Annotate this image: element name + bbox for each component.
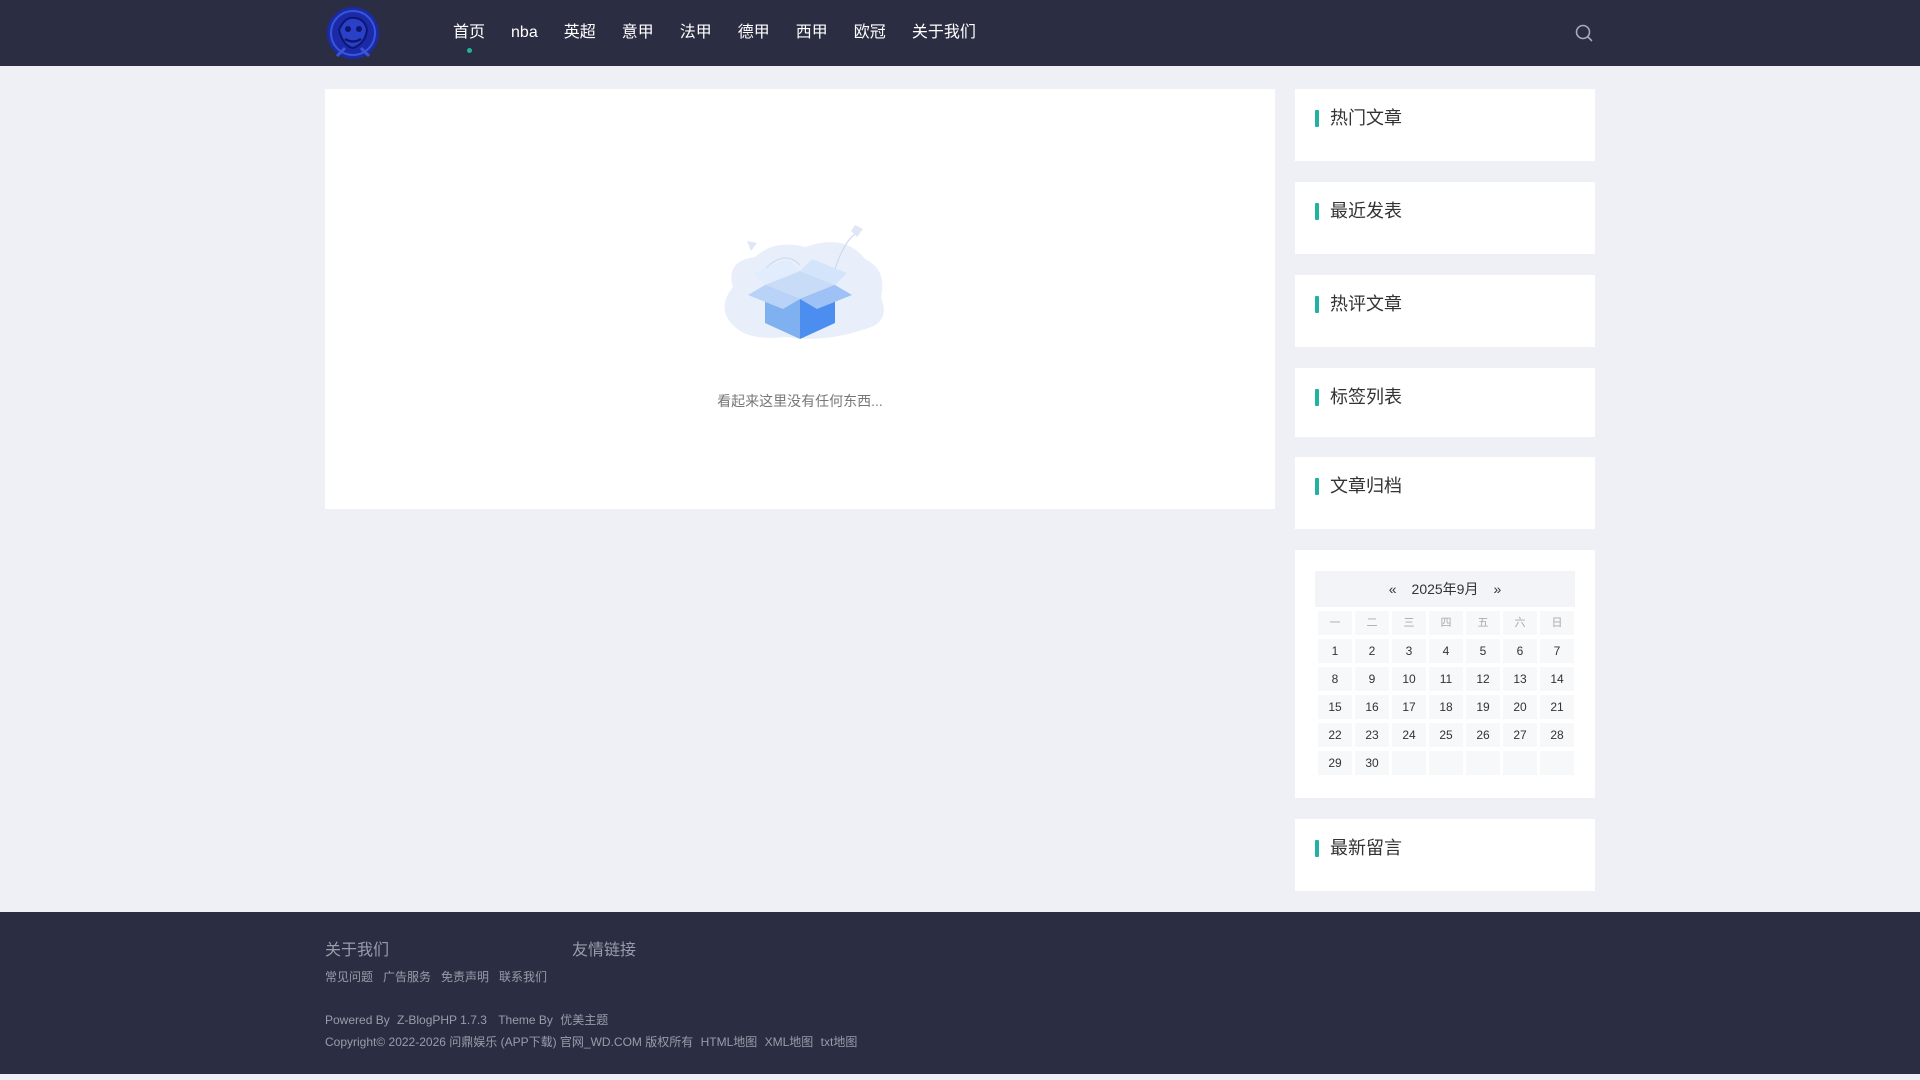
widget-calendar: « 2025年9月 » 一二三四五六日 1 2 3 4 5 6 7 8 9 10 11 12 13 14 15… bbox=[1295, 550, 1595, 798]
top-navbar: 首页 nba 英超 意甲 法甲 德甲 西甲 欧冠 关于我们 bbox=[0, 0, 1920, 66]
calendar-day[interactable]: 11 bbox=[1429, 667, 1463, 691]
calendar-day[interactable]: 3 bbox=[1392, 639, 1426, 663]
copyright-line: Copyright© 2022-2026 问鼎娱乐 (APP下载) 官网_WD.… bbox=[325, 1033, 861, 1050]
widget-archive: 文章归档 bbox=[1295, 457, 1595, 529]
widget-recent-posts: 最近发表 bbox=[1295, 182, 1595, 254]
nav-item-6[interactable]: 西甲 bbox=[783, 0, 841, 66]
nav-item-7[interactable]: 欧冠 bbox=[841, 0, 899, 66]
zblog-link[interactable]: Z-BlogPHP 1.7.3 bbox=[397, 1013, 487, 1027]
calendar-weekday: 五 bbox=[1466, 611, 1500, 635]
nav-item-1[interactable]: nba bbox=[498, 0, 551, 66]
calendar-day[interactable]: 26 bbox=[1466, 723, 1500, 747]
powered-prefix: Powered By bbox=[325, 1013, 390, 1027]
calendar-day[interactable]: 17 bbox=[1392, 695, 1426, 719]
search-button[interactable] bbox=[1573, 22, 1595, 44]
calendar-day[interactable]: 5 bbox=[1466, 639, 1500, 663]
calendar-weekday: 一 bbox=[1318, 611, 1352, 635]
footer-links: 常见问题 广告服务 免责声明 联系我们 bbox=[325, 968, 557, 985]
calendar-day[interactable]: 20 bbox=[1503, 695, 1537, 719]
calendar-grid: 一二三四五六日 1 2 3 4 5 6 7 8 9 10 11 12 13 14 15 16 17 18 19 20 21… bbox=[1315, 607, 1575, 775]
nav-item-0[interactable]: 首页 bbox=[440, 0, 498, 66]
footer-link-1[interactable]: 广告服务 bbox=[383, 968, 431, 985]
calendar-empty-cell bbox=[1540, 751, 1574, 775]
footer-link-0[interactable]: 常见问题 bbox=[325, 968, 373, 985]
copyright-text: Copyright© 2022-2026 问鼎娱乐 (APP下载) 官网_WD.… bbox=[325, 1035, 694, 1049]
empty-box-icon bbox=[705, 199, 895, 349]
calendar-weekday: 三 bbox=[1392, 611, 1426, 635]
calendar-day[interactable]: 13 bbox=[1503, 667, 1537, 691]
sitemap-xml-link[interactable]: XML地图 bbox=[765, 1035, 814, 1049]
calendar-day[interactable]: 25 bbox=[1429, 723, 1463, 747]
widget-title: 热门文章 bbox=[1315, 107, 1402, 129]
calendar-day[interactable]: 27 bbox=[1503, 723, 1537, 747]
widget-title: 热评文章 bbox=[1315, 293, 1402, 315]
calendar-day[interactable]: 6 bbox=[1503, 639, 1537, 663]
calendar: « 2025年9月 » 一二三四五六日 1 2 3 4 5 6 7 8 9 10 11 12 13 14 15… bbox=[1315, 571, 1575, 775]
calendar-header: « 2025年9月 » bbox=[1315, 571, 1575, 607]
calendar-empty-cell bbox=[1503, 751, 1537, 775]
calendar-prev-button[interactable]: « bbox=[1389, 581, 1397, 597]
calendar-day[interactable]: 14 bbox=[1540, 667, 1574, 691]
footer-link-3[interactable]: 联系我们 bbox=[499, 968, 547, 985]
calendar-weekday: 二 bbox=[1355, 611, 1389, 635]
calendar-day[interactable]: 16 bbox=[1355, 695, 1389, 719]
nav-item-5[interactable]: 德甲 bbox=[725, 0, 783, 66]
site-footer: 关于我们 友情链接 常见问题 广告服务 免责声明 联系我们 Powered By Z-… bbox=[0, 912, 1920, 1074]
calendar-day[interactable]: 8 bbox=[1318, 667, 1352, 691]
search-icon bbox=[1575, 24, 1593, 42]
theme-prefix: Theme By bbox=[498, 1013, 553, 1027]
calendar-empty-cell bbox=[1429, 751, 1463, 775]
widget-hot-comments: 热评文章 bbox=[1295, 275, 1595, 347]
calendar-day[interactable]: 7 bbox=[1540, 639, 1574, 663]
calendar-day[interactable]: 12 bbox=[1466, 667, 1500, 691]
sitemap-txt-link[interactable]: txt地图 bbox=[821, 1035, 858, 1049]
logo-icon bbox=[327, 7, 379, 59]
powered-line: Powered By Z-BlogPHP 1.7.3 Theme By 优美主题 bbox=[325, 1011, 612, 1028]
calendar-day[interactable]: 15 bbox=[1318, 695, 1352, 719]
calendar-weekday: 日 bbox=[1540, 611, 1574, 635]
calendar-day[interactable]: 4 bbox=[1429, 639, 1463, 663]
calendar-day[interactable]: 23 bbox=[1355, 723, 1389, 747]
widget-title: 文章归档 bbox=[1315, 475, 1402, 497]
calendar-weekday: 六 bbox=[1503, 611, 1537, 635]
calendar-next-button[interactable]: » bbox=[1493, 581, 1501, 597]
main-content-card: 看起来这里没有任何东西... bbox=[325, 89, 1275, 509]
calendar-day[interactable]: 10 bbox=[1392, 667, 1426, 691]
calendar-empty-cell bbox=[1392, 751, 1426, 775]
nav-item-8[interactable]: 关于我们 bbox=[899, 0, 989, 66]
widget-title: 标签列表 bbox=[1315, 386, 1402, 408]
calendar-day[interactable]: 21 bbox=[1540, 695, 1574, 719]
empty-state-text: 看起来这里没有任何东西... bbox=[717, 393, 883, 409]
widget-hot-articles: 热门文章 bbox=[1295, 89, 1595, 161]
nav-item-4[interactable]: 法甲 bbox=[667, 0, 725, 66]
calendar-day[interactable]: 9 bbox=[1355, 667, 1389, 691]
footer-link-2[interactable]: 免责声明 bbox=[441, 968, 489, 985]
calendar-day[interactable]: 30 bbox=[1355, 751, 1389, 775]
main-nav: 首页 nba 英超 意甲 法甲 德甲 西甲 欧冠 关于我们 bbox=[440, 0, 989, 66]
calendar-day[interactable]: 19 bbox=[1466, 695, 1500, 719]
nav-item-2[interactable]: 英超 bbox=[551, 0, 609, 66]
footer-friends-title: 友情链接 bbox=[572, 942, 637, 959]
calendar-day[interactable]: 2 bbox=[1355, 639, 1389, 663]
calendar-day[interactable]: 24 bbox=[1392, 723, 1426, 747]
calendar-weekday: 四 bbox=[1429, 611, 1463, 635]
footer-about-title: 关于我们 bbox=[325, 942, 390, 959]
calendar-month-title: 2025年9月 bbox=[1411, 581, 1479, 597]
calendar-day[interactable]: 18 bbox=[1429, 695, 1463, 719]
bottom-strip bbox=[0, 1074, 1920, 1080]
widget-title: 最新留言 bbox=[1315, 837, 1402, 859]
widget-latest-comments: 最新留言 bbox=[1295, 819, 1595, 891]
calendar-day[interactable]: 22 bbox=[1318, 723, 1352, 747]
calendar-day[interactable]: 1 bbox=[1318, 639, 1352, 663]
widget-tag-list: 标签列表 bbox=[1295, 368, 1595, 437]
site-logo[interactable] bbox=[325, 0, 381, 66]
nav-item-3[interactable]: 意甲 bbox=[609, 0, 667, 66]
widget-title: 最近发表 bbox=[1315, 200, 1402, 222]
calendar-day[interactable]: 28 bbox=[1540, 723, 1574, 747]
theme-link[interactable]: 优美主题 bbox=[560, 1013, 608, 1027]
sitemap-html-link[interactable]: HTML地图 bbox=[701, 1035, 758, 1049]
calendar-empty-cell bbox=[1466, 751, 1500, 775]
calendar-day[interactable]: 29 bbox=[1318, 751, 1352, 775]
